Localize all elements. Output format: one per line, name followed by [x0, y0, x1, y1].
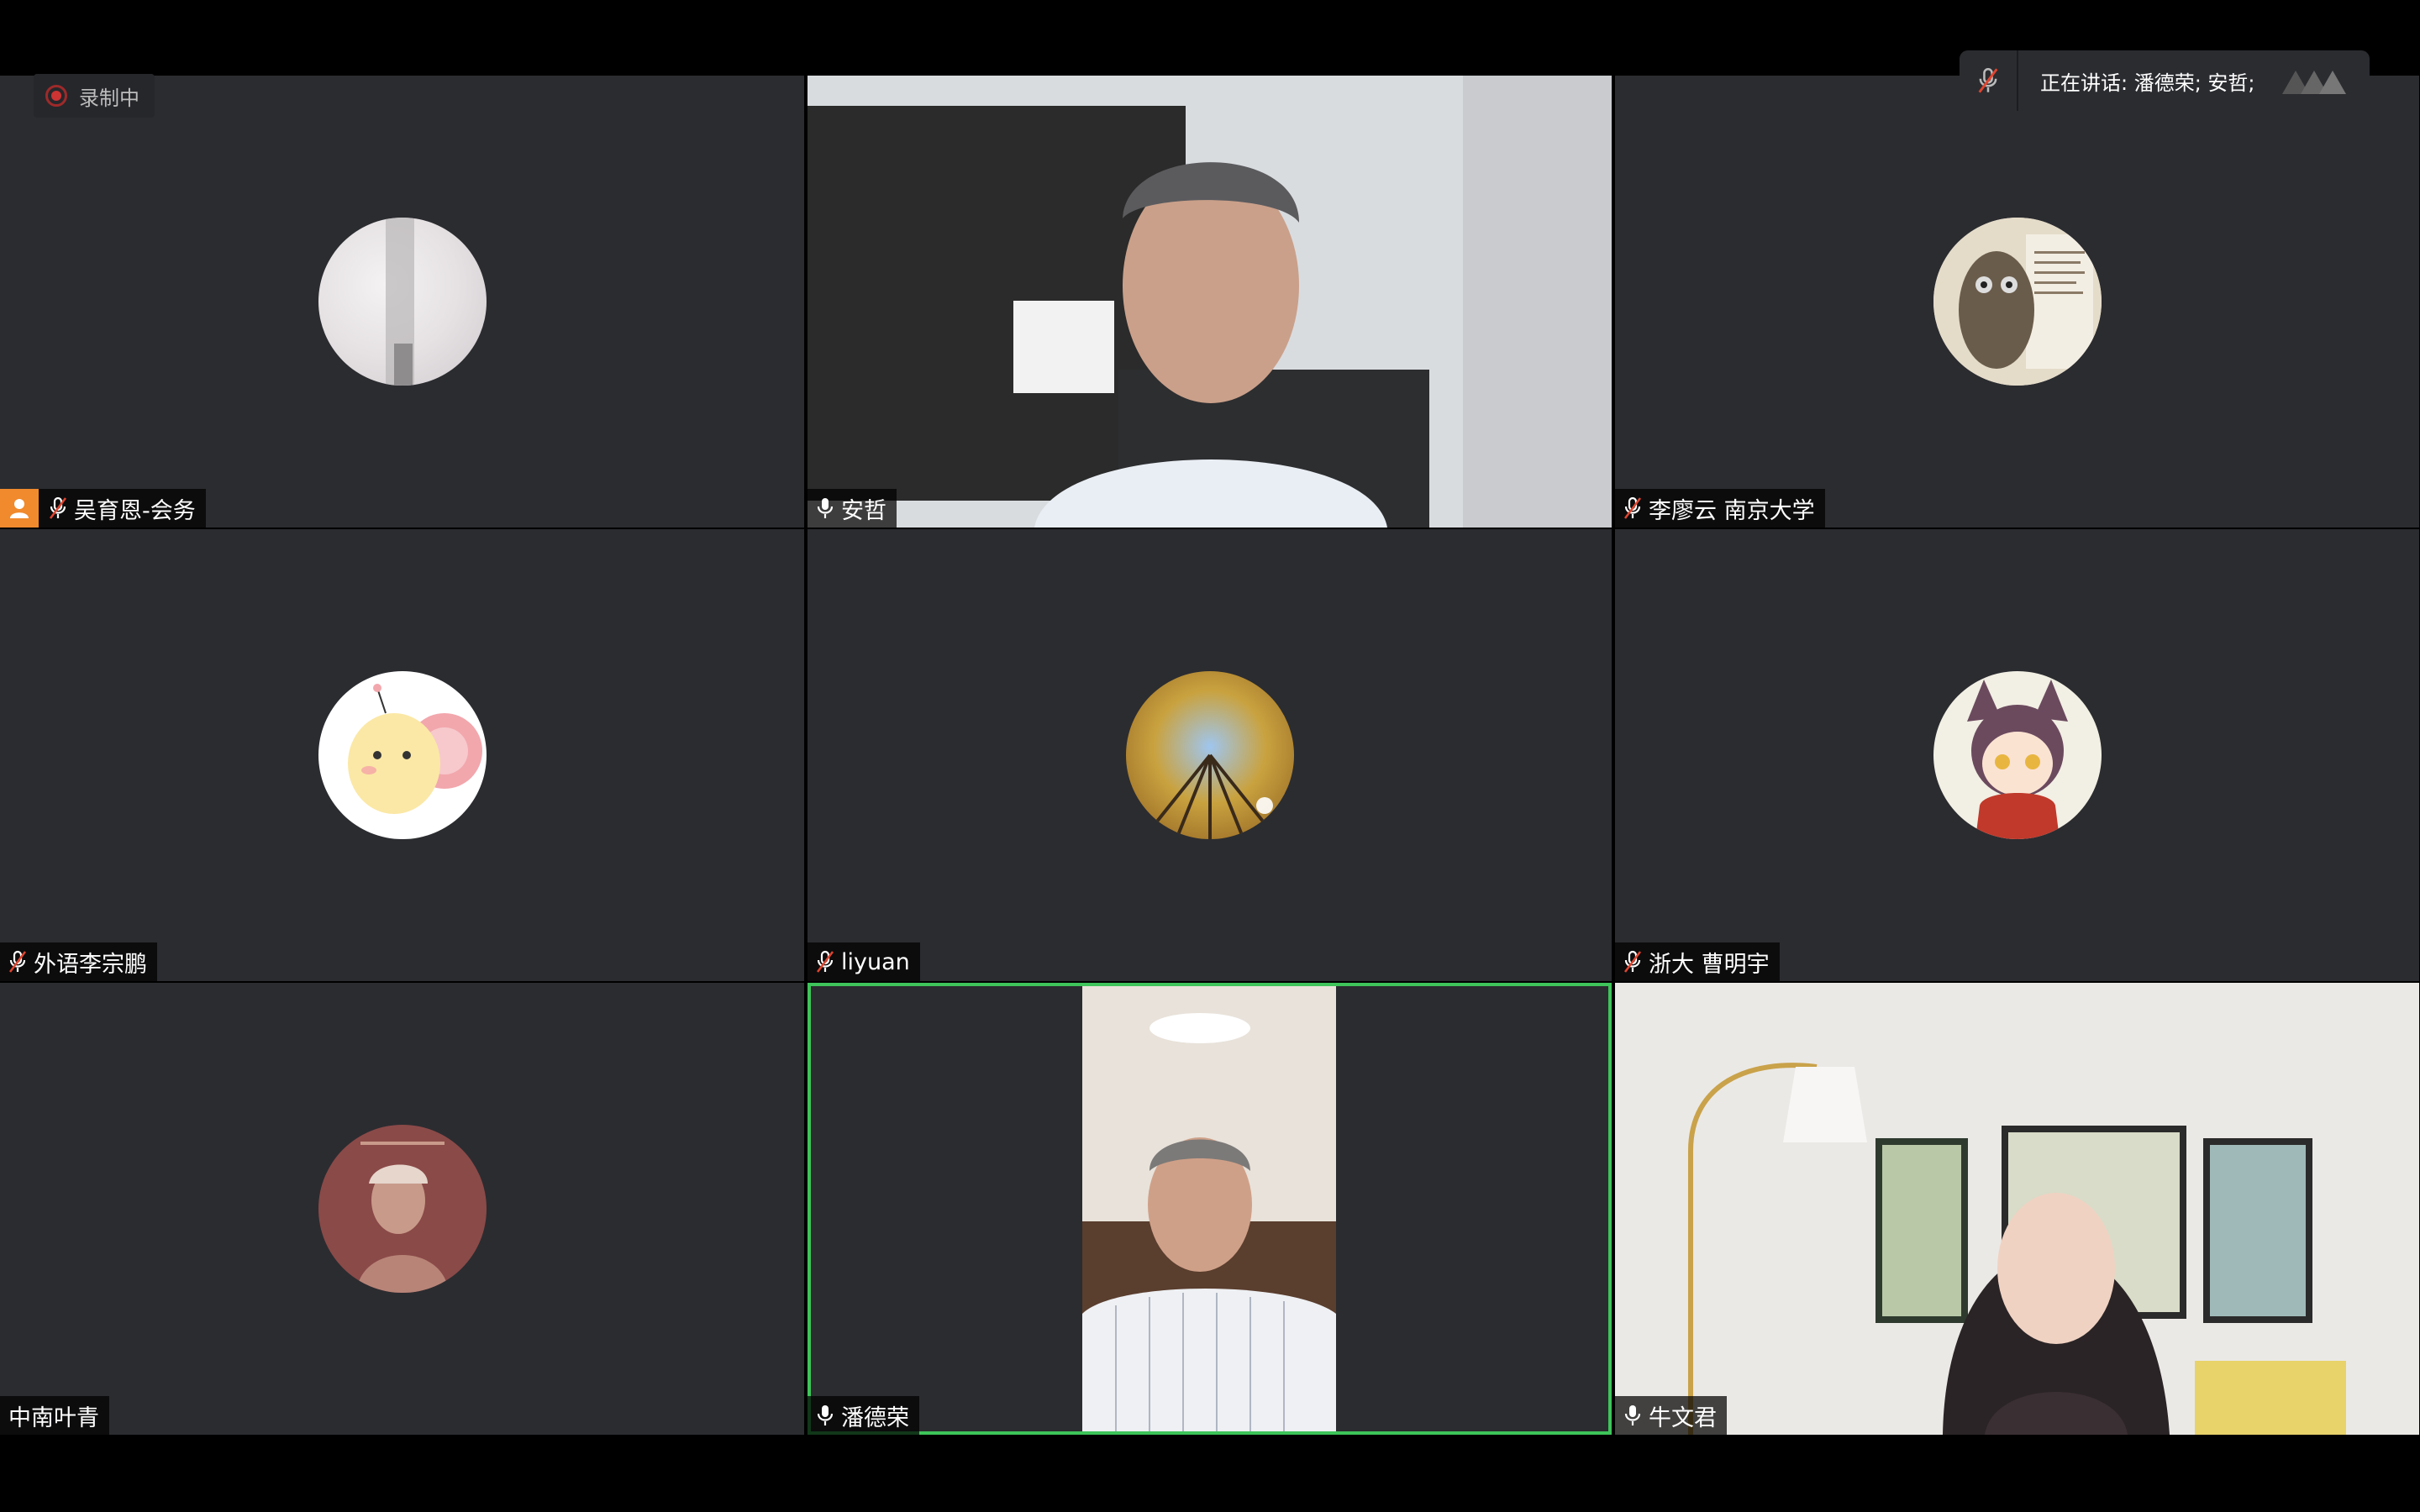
- participant-video: [808, 76, 1612, 528]
- participant-name: 牛文君: [1649, 1404, 1717, 1431]
- participant-tile[interactable]: liyuan: [808, 529, 1612, 981]
- participant-name-tag: 安哲: [808, 489, 897, 528]
- app-logo-icon: [2282, 71, 2346, 94]
- participant-tile[interactable]: 牛文君: [1615, 983, 2419, 1435]
- participant-avatar: [1933, 218, 2102, 386]
- participant-name: 潘德荣: [841, 1404, 909, 1431]
- participant-tile[interactable]: 吴育恩-会务: [0, 76, 804, 528]
- participant-name-tag: 外语李宗鹏: [0, 942, 157, 981]
- participant-name: 外语李宗鹏: [34, 951, 147, 978]
- record-icon: [45, 85, 67, 107]
- microphone-muted-icon: [1624, 496, 1641, 519]
- participant-tile[interactable]: 外语李宗鹏: [0, 529, 804, 981]
- microphone-icon: [817, 498, 834, 518]
- participant-tile-active-speaker[interactable]: 潘德荣: [808, 983, 1612, 1435]
- recording-label: 录制中: [79, 86, 139, 110]
- participant-tile[interactable]: 安哲: [808, 76, 1612, 528]
- microphone-icon: [817, 1405, 834, 1425]
- participant-name-tag: 李廖云 南京大学: [1615, 489, 1825, 528]
- participant-name: liyuan: [841, 948, 910, 975]
- participant-name: 浙大 曹明宇: [1649, 951, 1770, 978]
- participant-name-tag: liyuan: [808, 942, 920, 981]
- host-icon: [0, 489, 39, 528]
- participant-tile[interactable]: 李廖云 南京大学: [1615, 76, 2419, 528]
- participant-name: 李廖云 南京大学: [1649, 497, 1815, 524]
- microphone-muted-icon: [817, 950, 834, 973]
- participant-avatar: [318, 1125, 487, 1293]
- speaking-indicator-panel[interactable]: 正在讲话: 潘德荣; 安哲;: [1960, 50, 2370, 111]
- microphone-muted-icon: [1624, 950, 1641, 973]
- participant-name-tag: 潘德荣: [808, 1396, 919, 1435]
- participant-name-tag: 中南叶青: [0, 1396, 109, 1435]
- participant-name-tag: 吴育恩-会务: [0, 489, 206, 528]
- participant-video: [1615, 983, 2419, 1435]
- participant-avatar: [1125, 671, 1294, 839]
- participant-name-tag: 浙大 曹明宇: [1615, 942, 1780, 981]
- bottom-bar: [0, 1435, 2420, 1512]
- microphone-icon: [1624, 1405, 1641, 1425]
- participant-avatar: [1933, 671, 2102, 839]
- participant-name: 吴育恩-会务: [74, 497, 196, 524]
- participant-video: [1082, 986, 1336, 1431]
- participant-avatar: [318, 218, 487, 386]
- participant-name-tag: 牛文君: [1615, 1396, 1727, 1435]
- microphone-muted-icon: [9, 950, 26, 973]
- recording-indicator[interactable]: 录制中: [34, 74, 155, 118]
- participant-tile[interactable]: 浙大 曹明宇: [1615, 529, 2419, 981]
- microphone-muted-icon: [50, 496, 66, 519]
- speaking-label: 正在讲话: 潘德荣; 安哲;: [2040, 71, 2255, 95]
- participant-name: 中南叶青: [8, 1404, 99, 1431]
- participant-avatar: [318, 671, 487, 839]
- gallery-grid: 吴育恩-会务 安哲 李廖云 南京大学 外语李宗鹏 liyuan 浙大 曹明宇 中…: [0, 76, 2420, 1435]
- participant-name: 安哲: [841, 497, 886, 524]
- participant-tile[interactable]: 中南叶青: [0, 983, 804, 1435]
- microphone-muted-icon[interactable]: [1960, 50, 2018, 111]
